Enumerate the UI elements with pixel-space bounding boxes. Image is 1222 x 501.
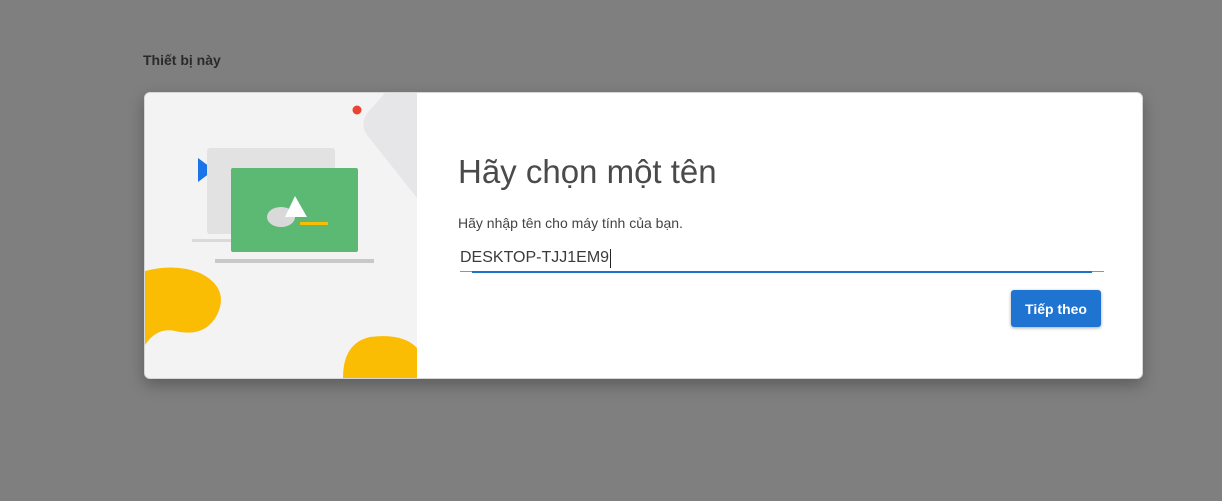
- input-focus-underline: [472, 271, 1092, 273]
- next-button[interactable]: Tiếp theo: [1011, 290, 1101, 327]
- computer-name-field[interactable]: [460, 247, 1104, 272]
- text-caret: [610, 249, 611, 268]
- name-device-dialog: Hãy chọn một tên Hãy nhập tên cho máy tí…: [144, 92, 1143, 379]
- computer-name-input[interactable]: [460, 247, 1100, 269]
- dialog-description: Hãy nhập tên cho máy tính của bạn.: [458, 215, 683, 231]
- laptop-illustration: [145, 93, 417, 378]
- dialog-content: Hãy chọn một tên Hãy nhập tên cho máy tí…: [458, 93, 1108, 378]
- dialog-title: Hãy chọn một tên: [458, 153, 717, 190]
- section-title: Thiết bị này: [143, 52, 221, 68]
